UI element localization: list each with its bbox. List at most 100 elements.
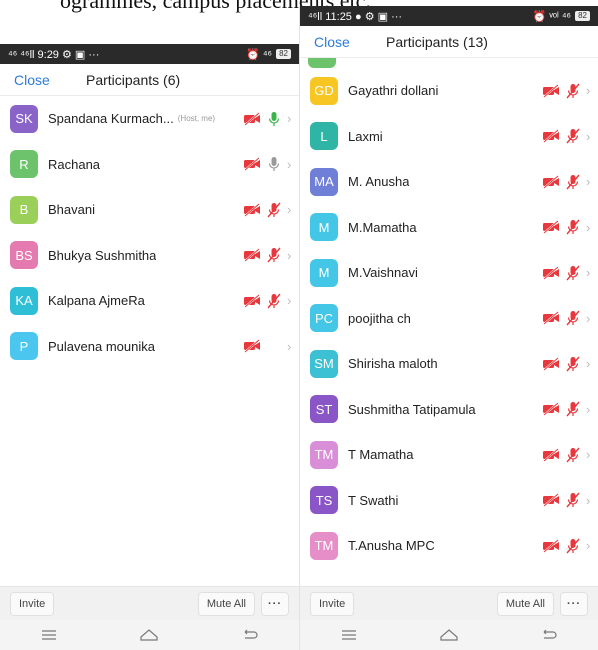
list-item[interactable]: GD Gayathri dollani › [300, 68, 598, 114]
video-off-icon[interactable] [542, 538, 560, 553]
chevron-right-icon[interactable]: › [586, 174, 592, 189]
chevron-right-icon[interactable]: › [586, 265, 592, 280]
participant-controls: › [243, 156, 293, 172]
microphone-icon[interactable] [267, 111, 281, 127]
mic-muted-icon[interactable] [267, 293, 281, 309]
video-off-icon[interactable] [542, 402, 560, 417]
home-icon[interactable] [439, 628, 459, 642]
list-item[interactable]: TM T Mamatha › [300, 432, 598, 478]
home-icon[interactable] [139, 628, 159, 642]
participant-controls: › [542, 174, 592, 190]
video-off-icon[interactable] [243, 202, 261, 217]
participant-controls: › [542, 83, 592, 99]
chevron-right-icon[interactable]: › [287, 157, 293, 172]
video-off-icon[interactable] [542, 220, 560, 235]
participant-controls: › [542, 401, 592, 417]
page-title: Participants (6) [86, 71, 181, 88]
mute-all-button[interactable]: Mute All [496, 591, 554, 616]
list-item[interactable]: R Rachana › [0, 142, 299, 188]
list-item[interactable]: TS T Swathi › [300, 478, 598, 524]
avatar: KA [10, 286, 38, 315]
close-button[interactable]: Close [0, 72, 86, 88]
video-off-icon[interactable] [542, 174, 560, 189]
participant-name: Kalpana AjmeRa [48, 293, 145, 309]
more-button[interactable]: ··· [261, 591, 289, 616]
mic-muted-icon[interactable] [267, 202, 281, 218]
video-off-icon[interactable] [542, 83, 560, 98]
list-item[interactable]: M M.Vaishnavi › [300, 250, 598, 296]
mic-muted-icon[interactable] [566, 174, 580, 190]
chevron-right-icon[interactable]: › [287, 202, 293, 217]
close-button[interactable]: Close [300, 34, 386, 50]
action-bar: Invite Mute All ··· [300, 586, 598, 620]
video-off-icon[interactable] [542, 265, 560, 280]
page-title: Participants (13) [386, 33, 488, 50]
list-item[interactable]: M M.Mamatha › [300, 205, 598, 251]
mic-muted-icon[interactable] [566, 401, 580, 417]
battery-icon: 82 [276, 49, 291, 59]
chevron-right-icon[interactable]: › [586, 129, 592, 144]
chevron-right-icon[interactable]: › [287, 111, 293, 126]
chevron-right-icon[interactable]: › [287, 248, 293, 263]
system-nav-bar [300, 620, 598, 650]
list-item[interactable]: B Bhavani › [0, 187, 299, 233]
video-off-icon[interactable] [243, 293, 261, 308]
video-off-icon[interactable] [542, 311, 560, 326]
chevron-right-icon[interactable]: › [586, 220, 592, 235]
list-item[interactable]: KA Kalpana AjmeRa › [0, 278, 299, 324]
invite-button[interactable]: Invite [310, 591, 355, 616]
avatar: L [310, 122, 338, 151]
status-bar: ⁴⁶ll 11:25 ● ⚙ ▣ ··· ⏰ ᵛᵒˡ ⁴⁶ 82 [300, 6, 598, 26]
chevron-right-icon[interactable]: › [586, 447, 592, 462]
back-icon[interactable] [541, 629, 557, 641]
participant-controls: › [542, 492, 592, 508]
list-item[interactable]: L Laxmi › [300, 114, 598, 160]
mic-muted-icon[interactable] [267, 247, 281, 263]
mic-muted-icon[interactable] [566, 265, 580, 281]
video-off-icon[interactable] [542, 493, 560, 508]
mute-all-button[interactable]: Mute All [197, 591, 255, 616]
back-icon[interactable] [242, 629, 258, 641]
video-off-icon[interactable] [542, 356, 560, 371]
list-item[interactable]: MA M. Anusha › [300, 159, 598, 205]
invite-button[interactable]: Invite [10, 591, 55, 616]
status-notification-icons: ● ⚙ ▣ ··· [355, 10, 403, 23]
video-off-icon[interactable] [243, 339, 261, 354]
mic-muted-icon[interactable] [566, 128, 580, 144]
video-off-icon[interactable] [243, 111, 261, 126]
mic-muted-icon[interactable] [566, 83, 580, 99]
host-tag: (Host, me) [177, 114, 216, 124]
video-off-icon[interactable] [243, 248, 261, 263]
video-off-icon[interactable] [542, 129, 560, 144]
menu-icon[interactable] [41, 629, 57, 641]
chevron-right-icon[interactable]: › [586, 83, 592, 98]
avatar: SK [10, 104, 38, 133]
chevron-right-icon[interactable]: › [586, 356, 592, 371]
menu-icon[interactable] [341, 629, 357, 641]
mic-muted-icon[interactable] [566, 447, 580, 463]
chevron-right-icon[interactable]: › [586, 493, 592, 508]
list-item[interactable]: TM T.Anusha MPC › [300, 523, 598, 569]
chevron-right-icon[interactable]: › [586, 538, 592, 553]
mic-muted-icon[interactable] [566, 538, 580, 554]
video-off-icon[interactable] [542, 447, 560, 462]
list-item[interactable]: ST Sushmitha Tatipamula › [300, 387, 598, 433]
list-item[interactable]: P Pulavena mounika › [0, 324, 299, 370]
list-item[interactable]: BS Bhukya Sushmitha › [0, 233, 299, 279]
mic-muted-icon[interactable] [566, 310, 580, 326]
mic-muted-icon[interactable] [566, 356, 580, 372]
status-bar: ⁴⁶ ⁴⁶ll 9:29 ⚙ ▣ ··· ⏰ ⁴⁶ 82 [0, 44, 299, 64]
chevron-right-icon[interactable]: › [287, 293, 293, 308]
chevron-right-icon[interactable]: › [586, 402, 592, 417]
mic-muted-icon[interactable] [566, 492, 580, 508]
video-off-icon[interactable] [243, 157, 261, 172]
microphone-icon[interactable] [267, 156, 281, 172]
more-button[interactable]: ··· [560, 591, 588, 616]
list-item[interactable]: SM Shirisha maloth › [300, 341, 598, 387]
list-item[interactable]: PC poojitha ch › [300, 296, 598, 342]
list-item[interactable]: SK Spandana Kurmach... (Host, me) › [0, 96, 299, 142]
chevron-right-icon[interactable]: › [287, 339, 293, 354]
chevron-right-icon[interactable]: › [586, 311, 592, 326]
mic-muted-icon[interactable] [566, 219, 580, 235]
participant-name: T Mamatha [348, 447, 414, 463]
